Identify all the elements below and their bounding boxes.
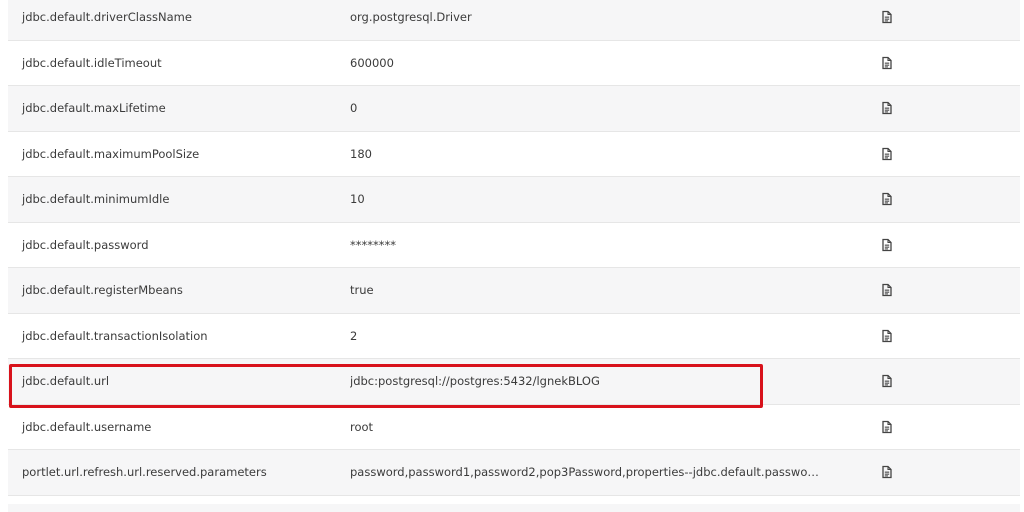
property-key: jdbc.default.maximumPoolSize xyxy=(22,146,200,161)
property-value: ******** xyxy=(350,237,396,252)
property-value: 2 xyxy=(350,328,358,343)
properties-page: jdbc.default.driverClassName org.postgre… xyxy=(0,0,1024,512)
table-row: jdbc.default.maximumPoolSize 180 xyxy=(8,131,1020,177)
property-key: jdbc.default.transactionIsolation xyxy=(22,328,208,343)
property-value: 180 xyxy=(350,146,372,161)
document-icon[interactable] xyxy=(880,56,894,70)
table-row: jdbc.default.idleTimeout 600000 xyxy=(8,40,1020,86)
property-value: password,password1,password2,pop3Passwor… xyxy=(350,465,820,480)
properties-table: jdbc.default.driverClassName org.postgre… xyxy=(8,0,1020,496)
property-value: 10 xyxy=(350,192,365,207)
table-row: jdbc.default.transactionIsolation 2 xyxy=(8,313,1020,359)
document-icon[interactable] xyxy=(880,283,894,297)
document-icon[interactable] xyxy=(880,10,894,24)
table-row: jdbc.default.maxLifetime 0 xyxy=(8,86,1020,132)
table-row: jdbc.default.minimumIdle 10 xyxy=(8,177,1020,223)
document-icon[interactable] xyxy=(880,101,894,115)
table-bottom-strip xyxy=(8,504,1020,512)
property-value: true xyxy=(350,283,374,298)
document-icon[interactable] xyxy=(880,192,894,206)
property-key: jdbc.default.username xyxy=(22,419,152,434)
property-value: root xyxy=(350,419,374,434)
document-icon[interactable] xyxy=(880,420,894,434)
property-key: jdbc.default.registerMbeans xyxy=(22,283,183,298)
property-key: jdbc.default.driverClassName xyxy=(22,10,192,25)
table-row-highlighted: jdbc.default.url jdbc:postgresql://postg… xyxy=(8,359,1020,405)
property-key: jdbc.default.password xyxy=(22,237,149,252)
table-row: jdbc.default.password ******** xyxy=(8,222,1020,268)
document-icon[interactable] xyxy=(880,465,894,479)
table-row: portlet.url.refresh.url.reserved.paramet… xyxy=(8,450,1020,496)
document-icon[interactable] xyxy=(880,329,894,343)
property-value: 600000 xyxy=(350,55,394,70)
document-icon[interactable] xyxy=(880,374,894,388)
property-value: org.postgresql.Driver xyxy=(350,10,472,25)
property-key: jdbc.default.url xyxy=(22,374,110,389)
property-value: jdbc:postgresql://postgres:5432/lgnekBLO… xyxy=(350,374,600,389)
table-row: jdbc.default.registerMbeans true xyxy=(8,268,1020,314)
property-key: jdbc.default.maxLifetime xyxy=(22,101,166,116)
property-key: portlet.url.refresh.url.reserved.paramet… xyxy=(22,465,267,480)
table-row: jdbc.default.driverClassName org.postgre… xyxy=(8,0,1020,41)
document-icon[interactable] xyxy=(880,147,894,161)
document-icon[interactable] xyxy=(880,238,894,252)
property-key: jdbc.default.minimumIdle xyxy=(22,192,170,207)
property-key: jdbc.default.idleTimeout xyxy=(22,55,162,70)
property-value: 0 xyxy=(350,101,358,116)
table-row: jdbc.default.username root xyxy=(8,404,1020,450)
